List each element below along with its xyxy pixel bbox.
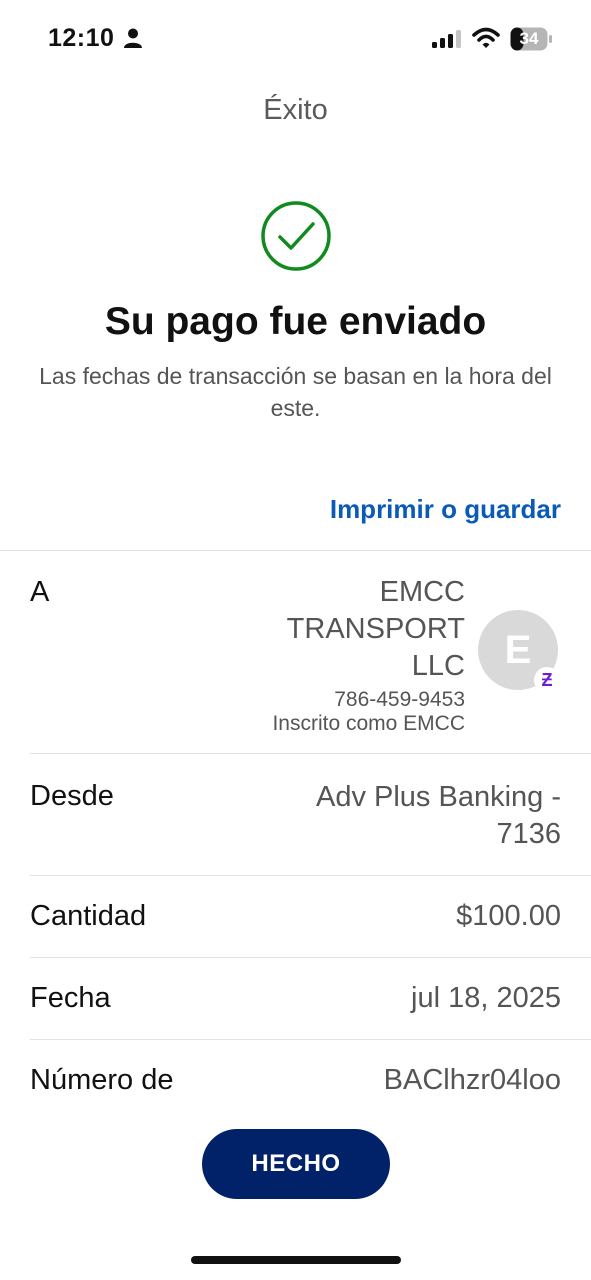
amount-value: $100.00 — [456, 900, 561, 932]
from-account-value: Adv Plus Banking - 7136 — [315, 781, 561, 850]
date-label: Fecha — [30, 982, 111, 1014]
status-bar: 12:10 34 — [0, 0, 591, 80]
wifi-icon — [472, 27, 500, 48]
divider — [0, 550, 591, 551]
amount-label: Cantidad — [30, 900, 147, 932]
recipient-enrolled-as: Inscrito como EMCC — [272, 712, 465, 735]
date-value: jul 18, 2025 — [411, 982, 561, 1014]
check-circle-icon — [261, 201, 331, 271]
divider — [30, 875, 591, 876]
zelle-badge-icon: Ƶ — [534, 667, 560, 693]
battery-level: 34 — [519, 29, 539, 48]
print-or-save-link[interactable]: Imprimir o guardar — [330, 494, 561, 525]
done-button[interactable]: HECHO — [202, 1129, 390, 1199]
page-title: Éxito — [263, 94, 328, 126]
divider — [30, 753, 591, 754]
confirmation-number-label: Número de — [30, 1064, 174, 1096]
confirmation-number-value: BAClhzr04loo — [383, 1064, 561, 1096]
signal-icon — [432, 30, 461, 48]
person-icon — [124, 28, 142, 48]
recipient-label: A — [30, 576, 50, 608]
from-label: Desde — [30, 780, 114, 812]
divider — [30, 1039, 591, 1040]
success-subtitle: Las fechas de transacción se basan en la… — [39, 363, 552, 421]
recipient-phone: 786-459-9453 — [334, 688, 465, 711]
success-headline: Su pago fue enviado — [104, 300, 487, 343]
divider — [30, 957, 591, 958]
home-indicator[interactable] — [191, 1256, 401, 1264]
status-time: 12:10 — [48, 24, 115, 52]
recipient-name: EMCC TRANSPORT LLC — [286, 576, 465, 682]
